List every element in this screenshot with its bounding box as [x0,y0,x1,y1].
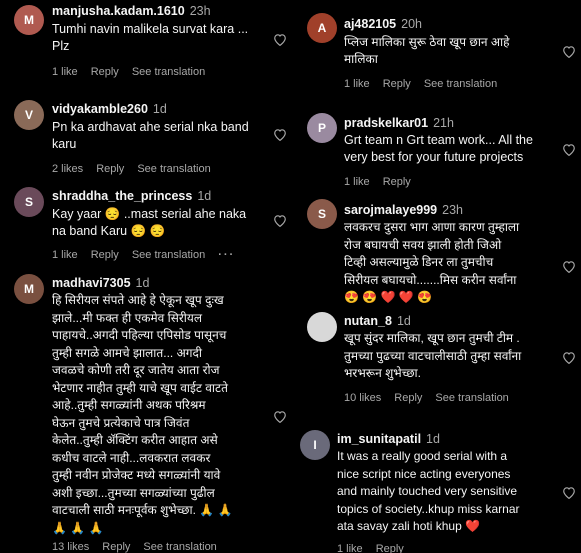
avatar[interactable]: S [307,199,337,229]
column-divider [291,0,295,553]
like-heart-icon[interactable] [562,351,576,364]
comment-actions: 1 like Reply See translation [344,78,510,90]
comment-username[interactable]: shraddha_the_princess 1d [52,189,211,203]
comment-username[interactable]: im_sunitapatil 1d [337,432,440,446]
reply-button[interactable]: Reply [376,543,404,553]
comment-text: खूप सुंदर मालिका, खूप छान तुमची टीम . तुम… [344,331,522,380]
see-translation-link[interactable]: See translation [137,163,210,175]
comment-text: Pn ka ardhavat ahe serial nka band karu [52,120,249,151]
reply-button[interactable]: Reply [91,249,119,261]
likes-count[interactable]: 1 like [52,249,78,261]
comment-text: Tumhi navin malikela survat kara ... Plz [52,22,249,53]
avatar[interactable] [307,312,337,342]
reply-button[interactable]: Reply [96,163,124,175]
like-heart-icon[interactable] [273,214,287,227]
comment-time: 1d [152,102,167,116]
more-options-icon[interactable]: ··· [218,249,235,261]
like-heart-icon[interactable] [562,260,576,273]
right-comments-column: A aj482105 20h प्लिज मालिका सुरू ठेवा खूप… [296,0,581,553]
comment-text: Grt team n Grt team work... All the very … [344,133,533,164]
reply-button[interactable]: Reply [102,541,130,553]
comment-username[interactable]: madhavi7305 1d [52,276,149,290]
comment-time: 1d [135,276,150,290]
comment-actions: 1 like Reply [337,543,417,553]
comment-time: 1d [396,314,411,328]
comment-username[interactable]: vidyakamble260 1d [52,102,167,116]
see-translation-link[interactable]: See translation [435,392,508,404]
comment-actions: 13 likes Reply See translation [52,541,230,553]
see-translation-link[interactable]: See translation [424,78,497,90]
like-heart-icon[interactable] [562,45,576,58]
avatar[interactable]: S [14,187,44,217]
avatar[interactable]: I [300,430,330,460]
comment-text: Kay yaar 😔 ..mast serial ahe naka na band… [52,207,247,238]
avatar[interactable]: M [14,274,44,304]
comment-time: 23h [189,4,211,18]
reply-button[interactable]: Reply [394,392,422,404]
likes-count[interactable]: 1 like [344,176,370,188]
reply-button[interactable]: Reply [383,78,411,90]
comment-actions: 1 like Reply See translation [52,66,218,78]
comment-actions: 2 likes Reply See translation [52,163,224,175]
comment-text: लवकरच दुसरा भाग आणा कारण तुम्हाला रोज बघा… [344,220,520,304]
comment-actions: 10 likes Reply See translation [344,392,522,404]
like-heart-icon[interactable] [273,33,287,46]
comment-username[interactable]: manjusha.kadam.1610 23h [52,4,211,18]
likes-count[interactable]: 10 likes [344,392,381,404]
avatar[interactable]: A [307,13,337,43]
comment-actions: 1 like Reply See translation ··· [52,249,248,261]
avatar[interactable]: V [14,100,44,130]
comment-actions: 1 like Reply [344,176,424,188]
comment-time: 1d [197,189,212,203]
avatar[interactable]: M [14,5,44,35]
likes-count[interactable]: 1 like [337,543,363,553]
comment-text: प्लिज मालिका सुरू ठेवा खूप छान आहे मालिका [344,35,510,66]
like-heart-icon[interactable] [273,410,287,423]
reply-button[interactable]: Reply [91,66,119,78]
comment-text: It was a really good serial with a nice s… [337,449,520,533]
comment-time: 21h [433,116,454,130]
comment-time: 1d [426,432,440,446]
likes-count[interactable]: 1 like [52,66,78,78]
left-comments-column: M manjusha.kadam.1610 23h Tumhi navin mal… [0,0,290,553]
reply-button[interactable]: Reply [383,176,411,188]
comment-time: 20h [401,17,422,31]
likes-count[interactable]: 1 like [344,78,370,90]
like-heart-icon[interactable] [562,486,576,499]
comment-username[interactable]: nutan_8 1d [344,314,411,328]
comment-username[interactable]: aj482105 20h [344,17,422,31]
see-translation-link[interactable]: See translation [143,541,216,553]
see-translation-link[interactable]: See translation [132,249,205,261]
see-translation-link[interactable]: See translation [132,66,205,78]
comment-username[interactable]: sarojmalaye999 23h [344,203,463,217]
like-heart-icon[interactable] [562,143,576,156]
like-heart-icon[interactable] [273,128,287,141]
avatar[interactable]: P [307,113,337,143]
comment-time: 23h [442,203,463,217]
comment-username[interactable]: pradskelkar01 21h [344,116,454,130]
likes-count[interactable]: 13 likes [52,541,89,553]
comment-text: हि सिरीयल संपते आहे हे ऐकून खूप दुःख झाले… [52,293,233,535]
likes-count[interactable]: 2 likes [52,163,83,175]
